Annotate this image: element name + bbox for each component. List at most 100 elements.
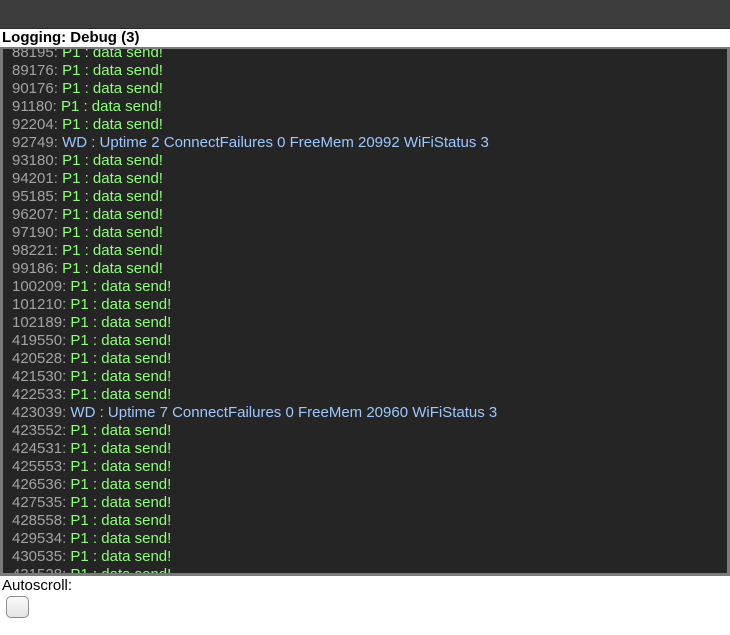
log-timestamp: 424531 <box>12 440 63 457</box>
log-message: P1 : data send! <box>70 458 172 475</box>
log-message: P1 : data send! <box>62 116 163 133</box>
log-line: 100209: P1 : data send! <box>12 278 497 296</box>
log-message: P1 : data send! <box>70 296 172 313</box>
log-timestamp: 423039 <box>12 404 63 421</box>
log-line: 425553: P1 : data send! <box>12 458 497 476</box>
log-separator: : <box>53 152 63 169</box>
log-separator: : <box>53 224 63 241</box>
log-message: P1 : data send! <box>70 368 172 385</box>
log-message: P1 : data send! <box>60 98 162 115</box>
log-message: P1 : data send! <box>62 49 163 61</box>
log-line: 92749: WD : Uptime 2 ConnectFailures 0 F… <box>12 134 497 152</box>
log-separator: : <box>53 116 63 133</box>
log-timestamp: 96207 <box>12 206 54 223</box>
log-message: P1 : data send! <box>70 530 172 547</box>
log-timestamp: 95185 <box>12 188 54 205</box>
log-timestamp: 101210 <box>12 296 63 313</box>
log-timestamp: 427535 <box>12 494 63 511</box>
log-line: 89176: P1 : data send! <box>12 62 497 80</box>
log-timestamp: 425553 <box>12 458 63 475</box>
logging-title: Logging: Debug (3) <box>0 29 730 47</box>
log-line: 97190: P1 : data send! <box>12 224 497 242</box>
log-message: P1 : data send! <box>70 314 172 331</box>
log-line: 427535: P1 : data send! <box>12 494 497 512</box>
log-separator: : <box>53 260 63 277</box>
log-timestamp: 423552 <box>12 422 63 439</box>
log-message: P1 : data send! <box>70 422 172 439</box>
log-separator: : <box>53 62 63 79</box>
log-message: P1 : data send! <box>62 188 163 205</box>
log-line: 429534: P1 : data send! <box>12 530 497 548</box>
log-line: 96207: P1 : data send! <box>12 206 497 224</box>
log-timestamp: 428558 <box>12 512 63 529</box>
log-timestamp: 419550 <box>12 332 63 349</box>
log-message: P1 : data send! <box>62 224 163 241</box>
log-line: 428558: P1 : data send! <box>12 512 497 530</box>
log-message: P1 : data send! <box>70 440 172 457</box>
log-timestamp: 98221 <box>12 242 54 259</box>
log-line: 98221: P1 : data send! <box>12 242 497 260</box>
log-message: P1 : data send! <box>70 548 172 565</box>
log-line: 91180: P1 : data send! <box>12 98 497 116</box>
log-message: P1 : data send! <box>62 62 163 79</box>
log-line: 102189: P1 : data send! <box>12 314 497 332</box>
log-timestamp: 102189 <box>12 314 63 331</box>
log-line: 430535: P1 : data send! <box>12 548 497 566</box>
log-message: P1 : data send! <box>70 278 172 295</box>
log-message: P1 : data send! <box>62 242 163 259</box>
log-separator: : <box>53 49 63 61</box>
log-message: WD : Uptime 7 ConnectFailures 0 FreeMem … <box>70 404 498 421</box>
log-separator: : <box>53 242 63 259</box>
log-timestamp: 93180 <box>12 152 54 169</box>
log-timestamp: 90176 <box>12 80 54 97</box>
log-separator: : <box>53 134 63 151</box>
log-line: 424531: P1 : data send! <box>12 440 497 458</box>
log-line: 419550: P1 : data send! <box>12 332 497 350</box>
log-line: 420528: P1 : data send! <box>12 350 497 368</box>
log-message: P1 : data send! <box>62 80 163 97</box>
log-line: 88195: P1 : data send! <box>12 49 497 62</box>
log-separator: : <box>53 170 63 187</box>
autoscroll-label: Autoscroll: <box>2 577 73 594</box>
autoscroll-checkbox[interactable] <box>6 596 29 618</box>
log-timestamp: 91180 <box>12 98 53 115</box>
log-message: P1 : data send! <box>70 332 172 349</box>
log-timestamp: 430535 <box>12 548 63 565</box>
log-timestamp: 99186 <box>12 260 54 277</box>
log-timestamp: 97190 <box>12 224 54 241</box>
top-toolbar <box>0 0 730 29</box>
log-line: 423039: WD : Uptime 7 ConnectFailures 0 … <box>12 404 497 422</box>
log-timestamp: 422533 <box>12 386 63 403</box>
log-message: P1 : data send! <box>62 152 163 169</box>
log-timestamp: 421530 <box>12 368 63 385</box>
log-message: P1 : data send! <box>70 386 172 403</box>
log-message: P1 : data send! <box>62 206 163 223</box>
log-lines: 88195: P1 : data send! 89176: P1 : data s… <box>12 49 497 573</box>
log-message: P1 : data send! <box>70 494 172 511</box>
log-message: WD : Uptime 2 ConnectFailures 0 FreeMem … <box>62 134 489 151</box>
log-timestamp: 100209 <box>12 278 63 295</box>
log-line: 426536: P1 : data send! <box>12 476 497 494</box>
log-line: 92204: P1 : data send! <box>12 116 497 134</box>
log-separator: : <box>53 188 63 205</box>
log-separator: : <box>53 206 63 223</box>
log-message: P1 : data send! <box>70 350 172 367</box>
log-message: P1 : data send! <box>70 566 171 573</box>
log-timestamp: 88195 <box>12 49 54 61</box>
log-line: 101210: P1 : data send! <box>12 296 497 314</box>
log-line: 94201: P1 : data send! <box>12 170 497 188</box>
log-line: 90176: P1 : data send! <box>12 80 497 98</box>
log-textarea[interactable]: 88195: P1 : data send! 89176: P1 : data s… <box>3 49 727 573</box>
log-timestamp: 420528 <box>12 350 63 367</box>
log-timestamp: 429534 <box>12 530 63 547</box>
log-line: 421530: P1 : data send! <box>12 368 497 386</box>
log-separator: : <box>53 80 63 97</box>
log-line: 422533: P1 : data send! <box>12 386 497 404</box>
log-timestamp: 92749 <box>12 134 54 151</box>
log-separator: : <box>52 98 61 115</box>
log-line: 431528: P1 : data send! <box>12 566 497 573</box>
log-message: P1 : data send! <box>62 260 163 277</box>
log-line: 99186: P1 : data send! <box>12 260 497 278</box>
log-line: 95185: P1 : data send! <box>12 188 497 206</box>
log-message: P1 : data send! <box>70 512 172 529</box>
